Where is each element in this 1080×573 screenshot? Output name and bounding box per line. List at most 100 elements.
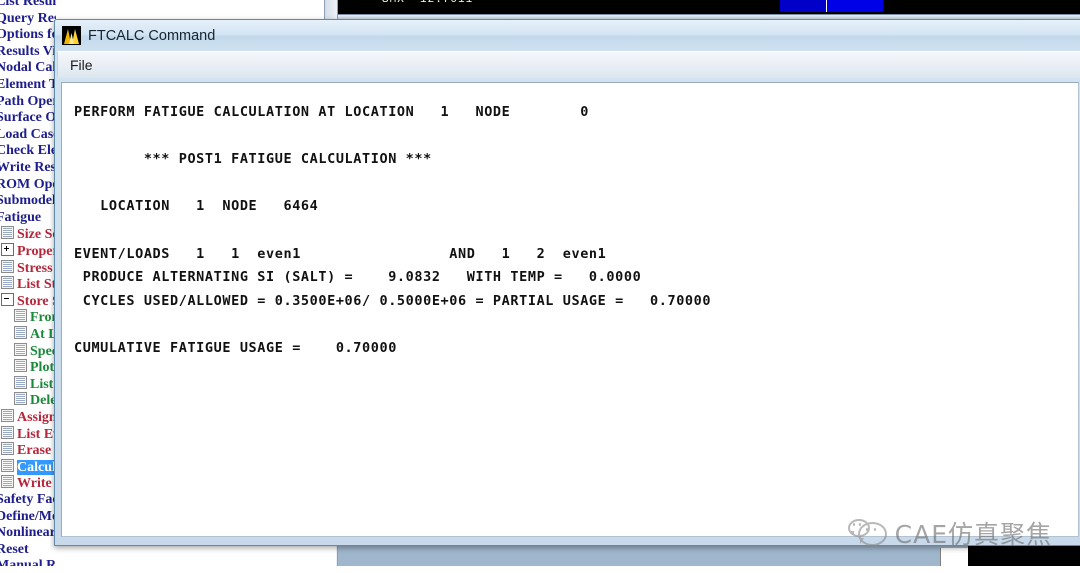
tree-item-label: ROM Operations: [0, 176, 56, 192]
tree-item[interactable]: List Stresses: [1, 276, 56, 292]
tree-item[interactable]: Results Viewer: [0, 44, 56, 60]
tree-item-label: Size Settings: [17, 227, 56, 243]
tree-item[interactable]: Submodeling: [0, 193, 56, 209]
tree-sheet-icon: [1, 425, 14, 439]
tree-item[interactable]: Nonlinear Diagno: [0, 525, 56, 541]
tree-sheet-icon: [14, 359, 27, 373]
tree-item[interactable]: Query Results: [0, 11, 56, 27]
tree-item[interactable]: Stress Locations: [1, 259, 56, 276]
tree-item[interactable]: Store Stresses: [1, 292, 56, 309]
tree-item[interactable]: ROM Operations: [0, 177, 56, 193]
tree-item-label: Property Table: [17, 244, 56, 259]
dialog-content-panel: PERFORM FATIGUE CALCULATION AT LOCATION …: [61, 82, 1079, 537]
tree-sheet-icon: [14, 375, 27, 389]
tree-item[interactable]: At Location: [14, 326, 56, 342]
tree-item[interactable]: Assign Events: [1, 409, 56, 425]
tree-item-label: Surface Operations: [0, 110, 56, 126]
screenshot-root: SMX =12.7011 List Results Query ResultsOp…: [0, 0, 1080, 573]
tree-sheet-icon: [1, 276, 14, 290]
tree-sheet-icon: [1, 259, 14, 273]
tree-item[interactable]: Write Results: [0, 160, 56, 176]
tree-item-label: Results Viewer: [0, 43, 56, 59]
ftcalc-command-dialog: FTCALC Command File PERFORM FATIGUE CALC…: [54, 19, 1080, 546]
tree-sheet-icon: [1, 475, 14, 489]
console-line: CYCLES USED/ALLOWED = 0.3500E+06/ 0.5000…: [74, 292, 712, 309]
tree-item[interactable]: Surface Operations: [0, 110, 56, 126]
tree-item-label: Specified Val: [30, 343, 56, 359]
tree-item-label: Stress Locations: [17, 260, 56, 276]
ansys-main-menu-tree[interactable]: List Results Query ResultsOptions for Out…: [0, 0, 56, 573]
tree-item-label: List Stresses: [17, 277, 56, 293]
tree-sheet-icon: [14, 392, 27, 406]
tree-sheet-icon: [1, 409, 14, 422]
tree-item-label: Plot Stresses: [30, 360, 56, 376]
tree-item-label: Write Fatig Data: [17, 476, 56, 492]
tree-sheet-icon: [1, 458, 14, 472]
tree-item[interactable]: Path Operations: [0, 94, 56, 110]
graphics-smx-text: SMX =12.7011: [382, 0, 474, 6]
tree-item-label: At Location: [30, 327, 56, 342]
tree-item-label: Store Stresses: [17, 293, 56, 309]
tree-item-label: Check Elem Shape: [0, 143, 56, 159]
tree-item[interactable]: Reset: [0, 542, 29, 558]
tree-collapse-icon[interactable]: [1, 292, 14, 306]
tree-item[interactable]: From rst File: [14, 309, 56, 325]
tree-item-label: List Results: [0, 0, 56, 9]
tree-item-label: Safety Factor: [0, 492, 56, 507]
tree-item-label: Submodeling: [0, 193, 56, 209]
tree-item[interactable]: Plot Stresses: [14, 359, 56, 375]
tree-sheet-icon: [14, 342, 27, 356]
dialog-titlebar[interactable]: FTCALC Command: [55, 20, 1080, 51]
tree-item[interactable]: List Stresses: [14, 375, 56, 392]
tree-item-label: Nonlinear Diagno: [0, 525, 56, 541]
tree-item-label: Fatigue: [0, 209, 42, 225]
tree-sheet-icon: [1, 226, 14, 240]
tree-item[interactable]: Nodal Calcs: [0, 60, 56, 76]
tree-item[interactable]: Define/Modify: [0, 509, 56, 525]
tree-item-label: Assign Events: [17, 410, 56, 425]
tree-item[interactable]: List Results: [0, 0, 56, 10]
graphics-window: SMX =12.7011: [336, 0, 1080, 14]
tree-item[interactable]: Check Elem Shape: [0, 143, 56, 159]
tree-item[interactable]: Load Case: [0, 127, 56, 143]
tree-item[interactable]: Calculate Fatig: [1, 458, 56, 475]
tree-item-label: List Event Data: [17, 426, 56, 442]
tree-item[interactable]: Erase Event Data: [1, 442, 56, 458]
bottom-white-band: [0, 566, 1080, 573]
tree-item-label: Options for Outp: [0, 27, 56, 43]
tree-item[interactable]: Specified Val: [14, 342, 56, 359]
console-line: CUMULATIVE FATIGUE USAGE = 0.70000: [74, 339, 397, 356]
menu-item-file[interactable]: File: [58, 55, 105, 76]
tree-item[interactable]: Safety Factor: [0, 492, 56, 508]
console-line: PERFORM FATIGUE CALCULATION AT LOCATION …: [74, 104, 589, 120]
tree-item-label: Define/Modify: [0, 508, 56, 524]
tree-item-label: Delete Stress: [30, 393, 56, 409]
tree-sheet-icon: [1, 442, 14, 456]
tree-item-label: Path Operations: [0, 93, 56, 109]
tree-item[interactable]: Delete Stress: [14, 392, 56, 408]
tree-expand-icon[interactable]: [1, 243, 14, 256]
tree-item[interactable]: List Event Data: [1, 425, 56, 442]
tree-item-label: Element Table: [0, 77, 56, 92]
tree-item-label: Write Results: [0, 160, 56, 175]
tree-item-label: Query Results: [0, 10, 56, 26]
tree-item[interactable]: Property Table: [1, 243, 56, 259]
tree-item-label: Calculate Fatig: [17, 459, 56, 475]
tree-item-label: Reset: [0, 541, 29, 557]
dialog-menubar[interactable]: File: [57, 51, 1080, 78]
tree-item[interactable]: Options for Outp: [0, 27, 56, 43]
legend-band: [780, 0, 826, 12]
ansys-logo-icon: [62, 26, 81, 45]
tree-item[interactable]: Element Table: [0, 77, 56, 93]
console-line: PRODUCE ALTERNATING SI (SALT) = 9.0832 W…: [74, 269, 642, 286]
fatigue-output-console: PERFORM FATIGUE CALCULATION AT LOCATION …: [62, 83, 1078, 536]
tree-item-label: Load Case: [0, 126, 56, 142]
dialog-title: FTCALC Command: [88, 27, 216, 44]
tree-item[interactable]: Write Fatig Data: [1, 475, 56, 491]
tree-item-label: Erase Event Data: [17, 443, 56, 459]
tree-item[interactable]: Fatigue: [0, 210, 41, 226]
tree-item[interactable]: Size Settings: [1, 226, 56, 242]
